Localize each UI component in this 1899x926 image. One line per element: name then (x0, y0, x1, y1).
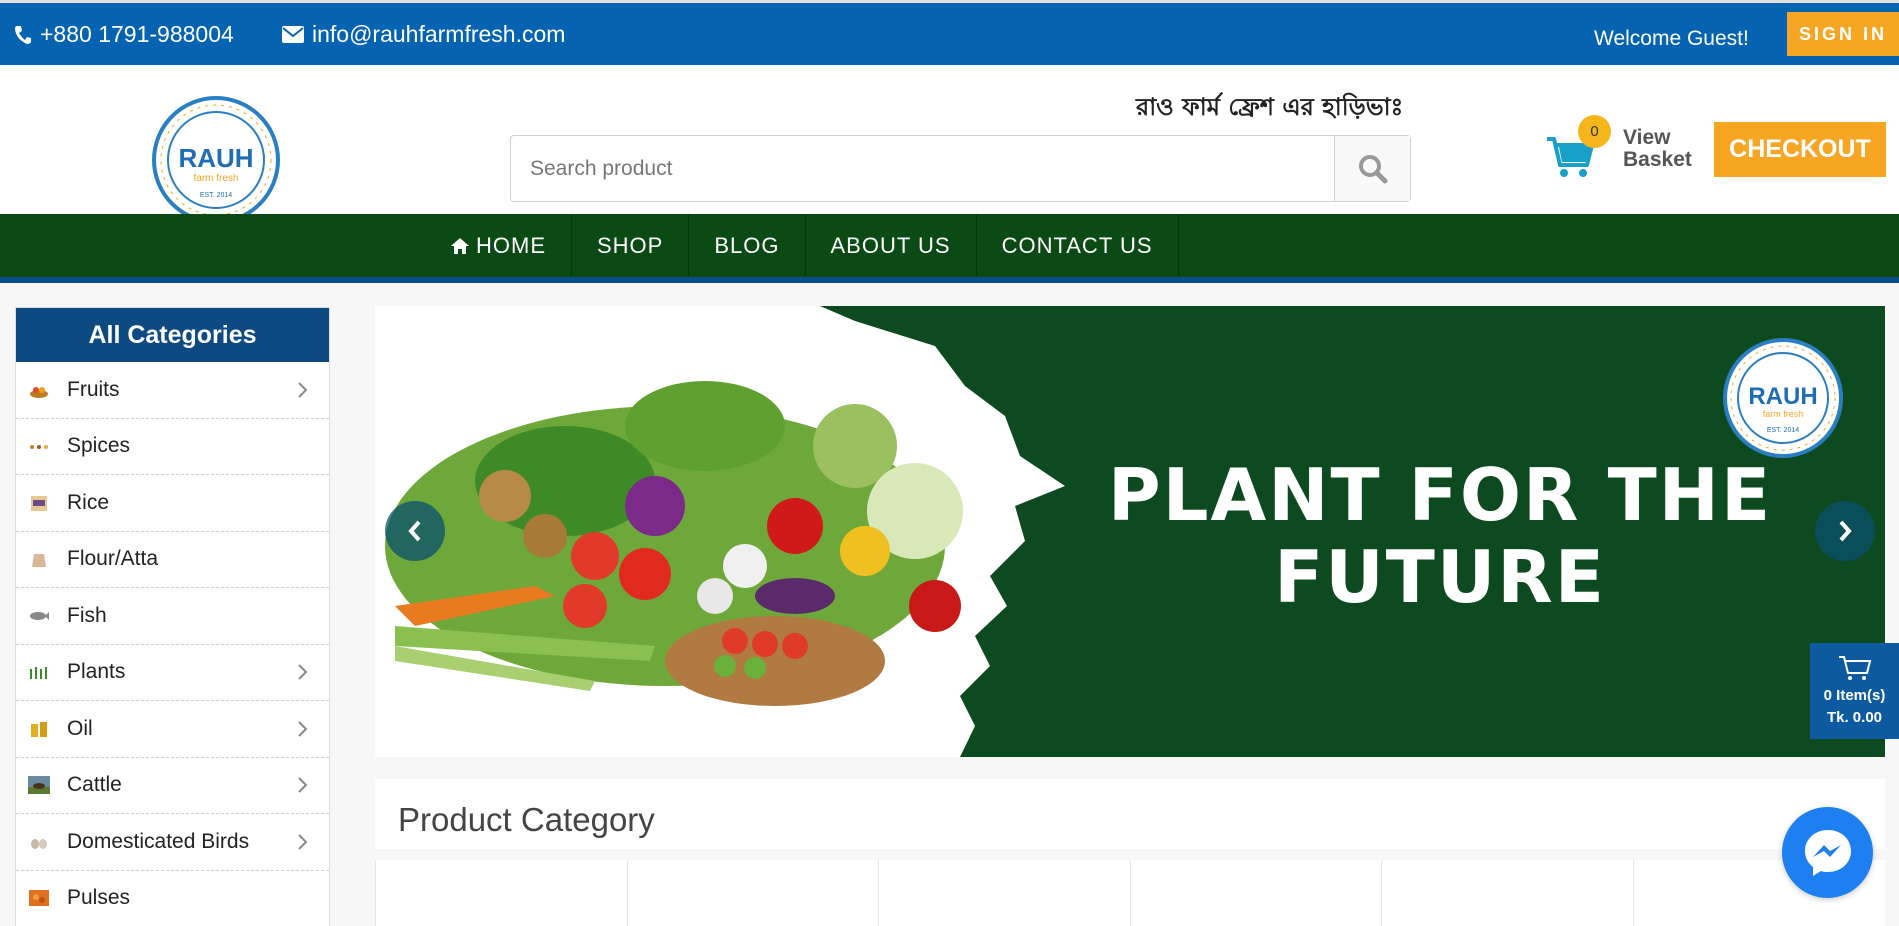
checkout-button[interactable]: CHECKOUT (1714, 122, 1886, 177)
main-nav: HOME SHOP BLOG ABOUT US CONTACT US (0, 214, 1899, 283)
category-label: Pulses (67, 886, 131, 910)
email-address: info@rauhfarmfresh.com (312, 21, 566, 47)
nav-item-about[interactable]: ABOUT US (806, 214, 977, 277)
floating-cart-items: 0 Item(s) (1823, 687, 1886, 704)
category-card[interactable] (626, 860, 879, 926)
cart-count-badge: 0 (1578, 115, 1611, 148)
nav-item-shop[interactable]: SHOP (572, 214, 690, 277)
plants-icon (30, 667, 47, 680)
category-label: Oil (67, 716, 93, 740)
chevron-right-icon (298, 834, 307, 850)
category-item-birds[interactable]: Domesticated Birds (16, 814, 329, 871)
view-basket-line2: Basket (1623, 148, 1692, 171)
category-item-cattle[interactable]: Cattle (16, 758, 329, 814)
svg-text:EST. 2014: EST. 2014 (200, 192, 232, 199)
category-item-fruits[interactable]: Fruits (16, 362, 329, 419)
chevron-right-icon (298, 721, 307, 737)
nav-label-blog: BLOG (714, 232, 780, 258)
spices-icon (30, 445, 48, 450)
section-title: Product Category (398, 801, 655, 838)
chevron-right-icon (298, 664, 307, 680)
hero-carousel: PLANT FOR THE FUTURE RAUH farm fresh EST… (375, 306, 1885, 757)
category-card[interactable] (878, 860, 1130, 926)
phone-contact[interactable]: +880 1791-988004 (14, 21, 234, 48)
svg-text:EST. 2014: EST. 2014 (1767, 427, 1799, 434)
tagline: রাও ফার্ম ফ্রেশ এর হাড়িভাঃ (1136, 93, 1404, 121)
nav-item-blog[interactable]: BLOG (689, 214, 806, 277)
category-label: Spices (67, 434, 131, 458)
svg-text:RAUH: RAUH (1748, 383, 1817, 410)
category-sidebar: All Categories Fruits Spices Rice Flour/… (15, 307, 330, 926)
svg-text:farm fresh: farm fresh (1763, 409, 1804, 419)
chevron-left-icon (408, 520, 421, 542)
oil-icon (31, 721, 47, 737)
sign-in-button[interactable]: SIGN IN (1787, 12, 1899, 56)
chevron-right-icon (298, 382, 307, 398)
category-label: Flour/Atta (67, 547, 159, 571)
svg-text:RAUH: RAUH (178, 143, 253, 173)
banner-headline: PLANT FOR THE FUTURE (1075, 454, 1805, 618)
birds-icon (31, 838, 47, 849)
envelope-icon (282, 26, 304, 43)
nav-label-shop: SHOP (597, 232, 664, 258)
banner-headline-line2: FUTURE (1274, 535, 1606, 619)
view-basket-line1: View (1623, 126, 1671, 149)
category-label: Cattle (67, 773, 122, 797)
home-icon (451, 237, 469, 254)
nav-label-contact: CONTACT US (1001, 232, 1153, 258)
search-bar (510, 135, 1411, 202)
search-icon (1358, 154, 1387, 183)
phone-icon (15, 25, 31, 44)
nav-label-home: HOME (476, 232, 546, 258)
phone-number: +880 1791-988004 (40, 21, 234, 47)
nav-item-home[interactable]: HOME (423, 214, 572, 277)
sidebar-title: All Categories (16, 308, 329, 362)
category-item-pulses[interactable]: Pulses (16, 871, 329, 926)
view-basket-link[interactable]: View Basket (1623, 127, 1703, 171)
category-label: Plants (67, 660, 126, 684)
category-card[interactable] (1381, 860, 1633, 926)
header: RAUH farm fresh EST. 2014 রাও ফার্ম ফ্রে… (0, 65, 1899, 224)
search-button[interactable] (1334, 136, 1410, 201)
category-label: Fruits (67, 377, 120, 401)
welcome-text: Welcome Guest! (1594, 27, 1749, 50)
messenger-chat-button[interactable] (1782, 807, 1873, 898)
fish-icon (30, 611, 49, 620)
category-item-spices[interactable]: Spices (16, 419, 329, 475)
floating-cart[interactable]: 0 Item(s) Tk. 0.00 (1810, 643, 1899, 739)
carousel-next-button[interactable] (1815, 501, 1875, 561)
category-label: Rice (67, 490, 110, 514)
category-card[interactable] (375, 860, 627, 926)
category-item-oil[interactable]: Oil (16, 701, 329, 758)
messenger-icon (1804, 829, 1851, 876)
category-item-rice[interactable]: Rice (16, 475, 329, 532)
top-bar: +880 1791-988004 info@rauhfarmfresh.com … (0, 0, 1899, 65)
rauh-logo[interactable]: RAUH farm fresh EST. 2014 (151, 95, 281, 225)
flour-icon (32, 554, 46, 568)
floating-cart-total: Tk. 0.00 (1826, 709, 1883, 726)
nav-label-about: ABOUT US (830, 232, 951, 258)
pulses-icon (29, 890, 49, 907)
category-card[interactable] (1129, 860, 1382, 926)
search-input[interactable] (511, 136, 1334, 201)
banner-rauh-logo: RAUH farm fresh EST. 2014 (1723, 338, 1843, 458)
product-category-grid (375, 860, 1885, 926)
product-category-section: Product Category (375, 779, 1885, 849)
email-contact[interactable]: info@rauhfarmfresh.com (282, 21, 565, 48)
cattle-icon (28, 776, 50, 795)
nav-item-contact[interactable]: CONTACT US (977, 214, 1179, 277)
category-item-plants[interactable]: Plants (16, 645, 329, 701)
rice-icon (31, 495, 47, 511)
category-label: Domesticated Birds (67, 829, 250, 853)
category-item-flour[interactable]: Flour/Atta (16, 532, 329, 588)
chevron-right-icon (1839, 520, 1852, 542)
cart-icon (1838, 656, 1871, 680)
carousel-prev-button[interactable] (385, 501, 445, 561)
fruits-icon (30, 386, 48, 398)
svg-text:farm fresh: farm fresh (193, 173, 238, 184)
chevron-right-icon (298, 777, 307, 793)
banner-headline-line1: PLANT FOR THE (1107, 453, 1773, 537)
category-item-fish[interactable]: Fish (16, 588, 329, 645)
category-label: Fish (67, 603, 107, 627)
